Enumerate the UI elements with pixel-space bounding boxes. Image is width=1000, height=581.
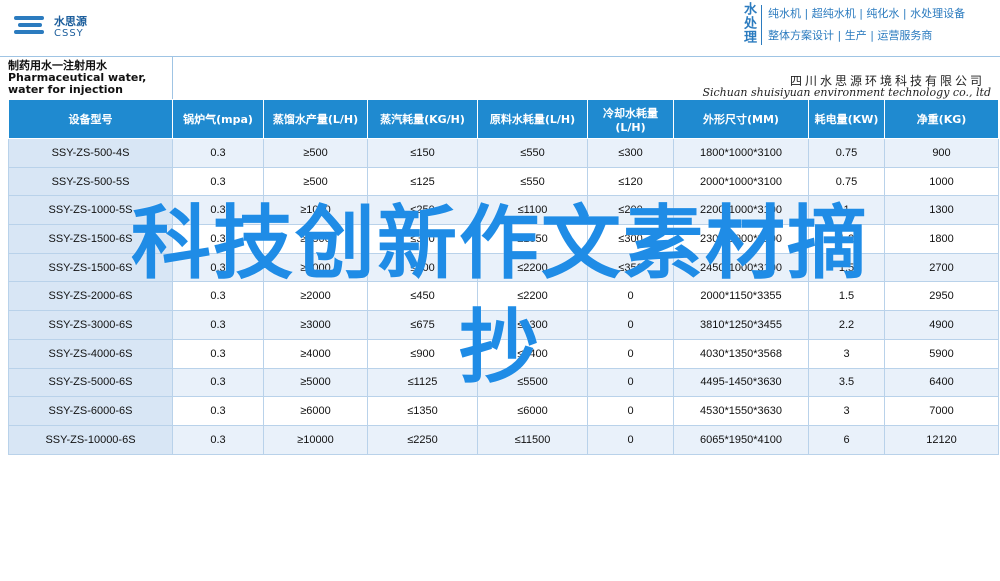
header-cooling-water: 冷却水耗量(L/H) [587,99,674,139]
table-cell: SSY-ZS-10000-6S [8,424,173,455]
table-cell: 7000 [884,396,999,426]
table-cell: ≤1350 [367,396,478,426]
table-cell: 6065*1950*4100 [673,424,809,455]
header-power: 耗电量(KW) [808,99,885,139]
table-cell: ≤150 [367,138,478,168]
header-dimensions: 外形尺寸(MM) [673,99,809,139]
watermark-title: 科技创新作文素材摘 抄 [0,192,1000,400]
header-steam-consumption: 蒸汽耗量(KG/H) [367,99,478,139]
table-row: SSY-ZS-10000-6S 0.3 ≥10000 ≤2250 ≤11500 0 6065… [8,424,999,455]
table-cell: ≤550 [477,138,588,168]
table-cell: ≥6000 [263,396,368,426]
brand-logo: 水思源 CSSY [14,14,87,40]
header-net-weight: 净重(KG) [884,99,999,139]
table-cell: 0.3 [172,424,264,455]
page-header: 水思源 CSSY 水处理 纯水机 | 超纯水机 | 纯化水 | 水处理设备 整体… [0,0,1000,56]
table-row: SSY-ZS-500-4S 0.3 ≥500 ≤150 ≤550 ≤300 1800*100… [8,138,999,168]
table-cell: 12120 [884,424,999,455]
watermark-line-1: 科技创新作文素材摘 [131,197,869,290]
table-cell: 0 [587,424,674,455]
slogan-line-1: 纯水机 | 超纯水机 | 纯化水 | 水处理设备 [768,7,966,20]
table-title-bar: 制药用水一注射用水 Pharmaceutical water, water fo… [0,56,1000,99]
watermark-line-2: 抄 [459,301,541,394]
table-cell: ≤2250 [367,424,478,455]
table-cell: ≥500 [263,138,368,168]
table-cell: 1800*1000*3100 [673,138,809,168]
table-cell: 0.75 [808,138,885,168]
header-boiler-pressure: 锅炉气(mpa) [172,99,264,139]
table-cell: 0.3 [172,396,264,426]
table-cell: ≤6000 [477,396,588,426]
logo-name-cn: 水思源 [54,14,87,28]
slogan-line-2: 整体方案设计 | 生产 | 运营服务商 [768,29,933,42]
company-name-en: Sichuan shuisiyuan environment technolog… [702,86,991,99]
table-title: 制药用水一注射用水 Pharmaceutical water, water fo… [8,59,147,96]
slogan-divider [761,5,762,45]
header-slogan: 水处理 纯水机 | 超纯水机 | 纯化水 | 水处理设备 整体方案设计 | 生产… [735,2,965,48]
table-cell: 4530*1550*3630 [673,396,809,426]
table-cell: ≤300 [587,138,674,168]
table-row: SSY-ZS-6000-6S 0.3 ≥6000 ≤1350 ≤6000 0 4530*15… [8,396,999,426]
logo-name-en: CSSY [54,27,84,39]
table-cell: 0 [587,396,674,426]
table-cell: ≤11500 [477,424,588,455]
header-distilled-output: 蒸馏水产量(L/H) [263,99,368,139]
table-cell: 3 [808,396,885,426]
slogan-brand: 水处理 [741,2,756,44]
header-feed-water: 原料水耗量(L/H) [477,99,588,139]
table-cell: SSY-ZS-6000-6S [8,396,173,426]
table-cell: 900 [884,138,999,168]
logo-stripes-icon [14,14,48,40]
company-block: 四川水思源环境科技有限公司 Sichuan shuisiyuan environ… [172,57,999,99]
table-cell: 0.3 [172,138,264,168]
header-model: 设备型号 [8,99,173,139]
table-cell: ≥10000 [263,424,368,455]
table-cell: 6 [808,424,885,455]
table-header-row: 设备型号 锅炉气(mpa) 蒸馏水产量(L/H) 蒸汽耗量(KG/H) 原料水耗… [8,99,999,139]
table-cell: SSY-ZS-500-4S [8,138,173,168]
